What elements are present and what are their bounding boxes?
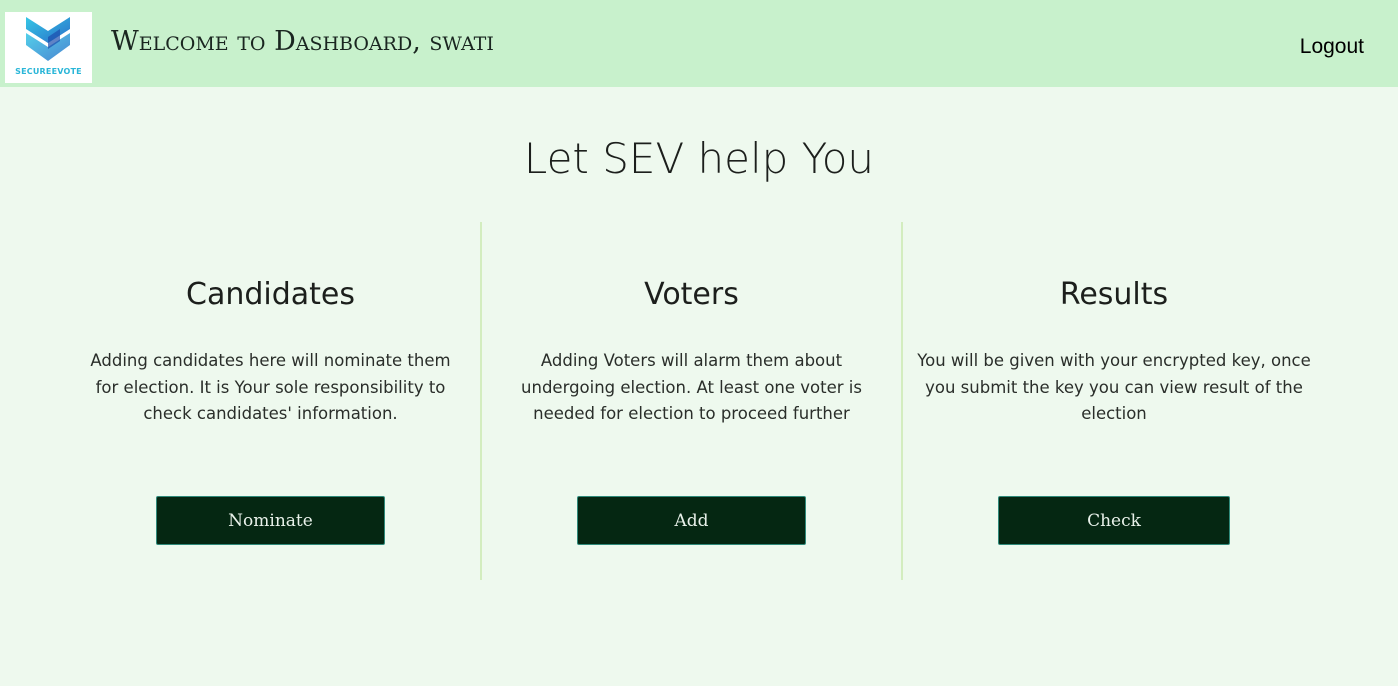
card-title: Voters <box>644 277 739 312</box>
app-logo[interactable]: SECUREEVOTE <box>5 12 92 83</box>
welcome-title: Welcome to Dashboard, swati <box>111 26 494 57</box>
card-description: Adding candidates here will nominate the… <box>90 351 451 423</box>
results-card: Results You will be given with your encr… <box>903 222 1325 580</box>
card-description: You will be given with your encrypted ke… <box>917 351 1311 423</box>
card-title: Results <box>1059 277 1169 312</box>
voters-card: Voters Adding Voters will alarm them abo… <box>482 222 901 580</box>
page-headline: Let SEV help You <box>523 134 875 183</box>
nominate-button[interactable]: Nominate <box>156 496 385 545</box>
logout-link[interactable]: Logout <box>1300 35 1364 59</box>
candidates-card: Candidates Adding candidates here will n… <box>60 222 481 580</box>
card-description: Adding Voters will alarm them about unde… <box>521 351 862 423</box>
card-title: Candidates <box>186 277 355 312</box>
add-voter-button[interactable]: Add <box>577 496 806 545</box>
check-results-button[interactable]: Check <box>998 496 1230 545</box>
top-navbar: SECUREEVOTE Welcome to Dashboard, swati … <box>0 0 1398 87</box>
logo-wordmark: SECUREEVOTE <box>15 67 82 76</box>
shield-logo-icon <box>26 17 70 61</box>
